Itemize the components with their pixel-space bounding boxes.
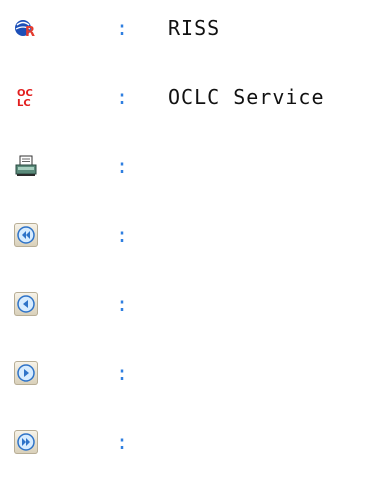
separator: : (116, 361, 129, 385)
legend-row-last: : (0, 424, 367, 458)
legend-row-print: : (0, 148, 367, 182)
svg-text:R: R (25, 25, 35, 40)
separator: : (116, 430, 129, 454)
oclc-logo-icon[interactable]: OC LC (14, 85, 38, 109)
legend-label-riss: RISS (168, 16, 221, 40)
legend-row-riss: R : RISS (0, 10, 367, 44)
svg-text:LC: LC (17, 98, 31, 109)
separator: : (116, 154, 129, 178)
first-page-icon[interactable] (14, 223, 38, 247)
previous-page-icon[interactable] (14, 292, 38, 316)
legend-row-first: : (0, 217, 367, 251)
separator: : (116, 223, 129, 247)
printer-icon[interactable] (14, 154, 38, 178)
separator: : (116, 292, 129, 316)
legend-row-oclc: OC LC : OCLC Service (0, 79, 367, 113)
separator: : (116, 16, 129, 40)
riss-logo-icon[interactable]: R (14, 16, 38, 40)
separator: : (116, 85, 129, 109)
last-page-icon[interactable] (14, 430, 38, 454)
legend-row-prev: : (0, 286, 367, 320)
legend-row-next: : (0, 355, 367, 389)
legend-label-oclc: OCLC Service (168, 85, 325, 109)
next-page-icon[interactable] (14, 361, 38, 385)
